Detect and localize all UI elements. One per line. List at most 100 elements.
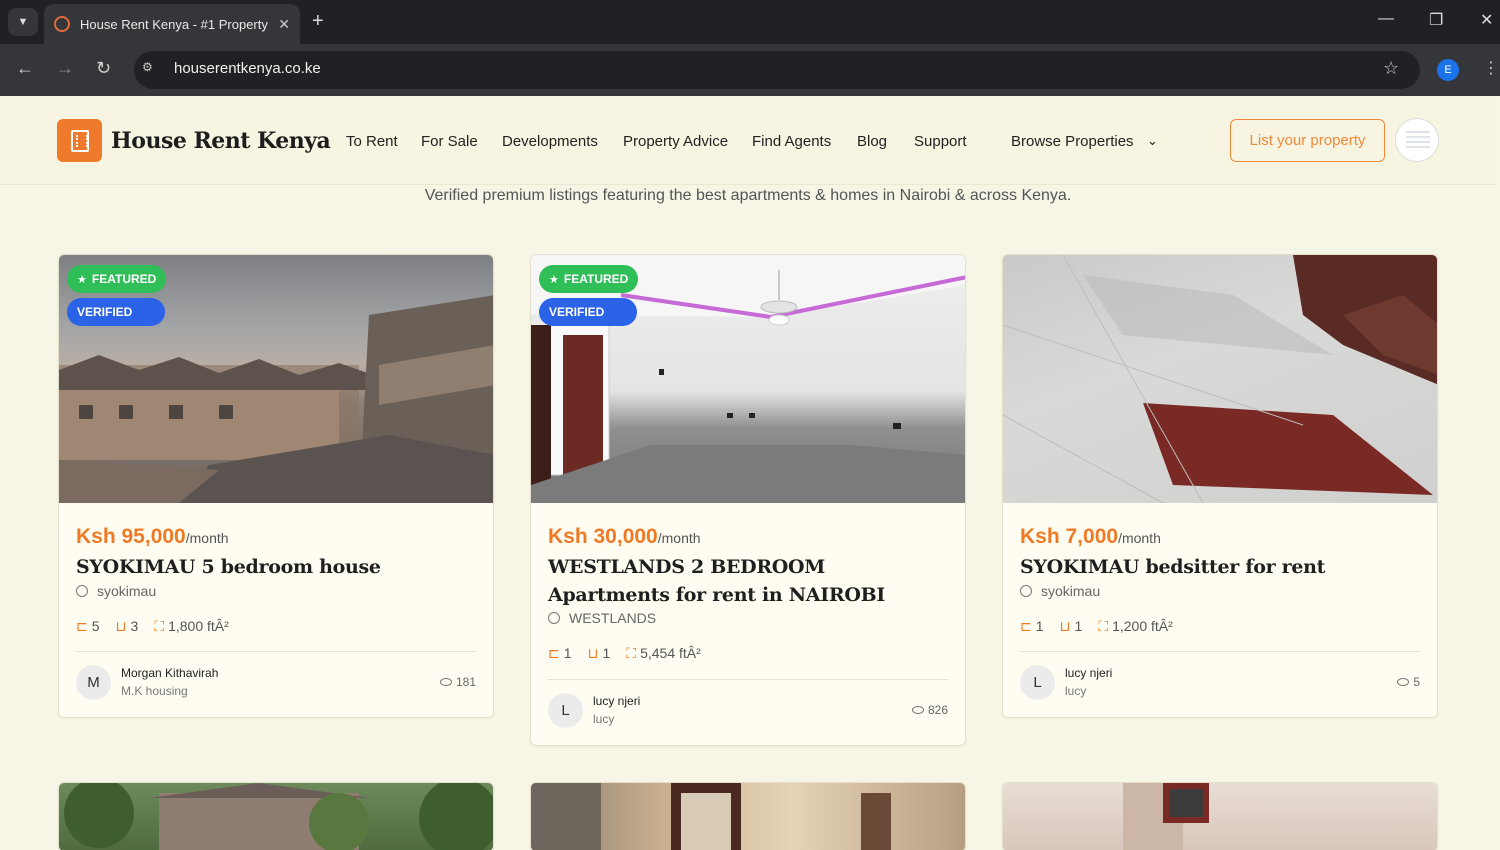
- owner-avatar[interactable]: L: [548, 693, 583, 728]
- listing-price: Ksh 95,000/month: [76, 525, 229, 549]
- close-window-icon[interactable]: ✕: [1480, 10, 1493, 30]
- area-spec: ⛶ 1,800 ftÂ²: [154, 618, 229, 635]
- beds-count: 1: [1035, 618, 1044, 634]
- listing-title[interactable]: SYOKIMAU 5 bedroom house: [76, 553, 476, 581]
- listing-photo[interactable]: [1003, 255, 1437, 503]
- owner-avatar[interactable]: L: [1020, 665, 1055, 700]
- bath-icon: ⊔: [115, 618, 127, 634]
- nav-find-agents[interactable]: Find Agents: [752, 133, 831, 150]
- card-divider: [1020, 651, 1420, 652]
- nav-browse-properties[interactable]: Browse Properties: [1011, 133, 1134, 150]
- beds-spec: ⊏ 1: [1020, 618, 1044, 635]
- minimize-icon[interactable]: —: [1378, 10, 1394, 28]
- listing-specs: ⊏ 1 ⊔ 1 ⛶ 5,454 ftÂ²: [548, 645, 701, 662]
- owner-name[interactable]: lucy njeri: [593, 694, 640, 708]
- listing-photo[interactable]: [531, 783, 965, 850]
- area-icon: ⛶: [1098, 618, 1109, 634]
- listing-card[interactable]: [58, 782, 494, 850]
- listing-card[interactable]: ★ FEATURED VERIFIED Ksh 95,000/month SYOK…: [58, 254, 494, 718]
- listing-specs: ⊏ 1 ⊔ 1 ⛶ 1,200 ftÂ²: [1020, 618, 1173, 635]
- beds-count: 1: [563, 645, 572, 661]
- listing-photo[interactable]: ★ FEATURED VERIFIED: [531, 255, 965, 503]
- site-info-icon[interactable]: ⚙: [142, 60, 164, 80]
- forward-arrow-icon[interactable]: →: [56, 58, 74, 79]
- views-count: 5: [1397, 675, 1420, 689]
- listing-card[interactable]: Ksh 7,000/month SYOKIMAU bedsitter for r…: [1002, 254, 1438, 718]
- owner-company: lucy: [593, 712, 615, 726]
- bed-icon: ⊏: [76, 618, 88, 634]
- bookmark-star-icon[interactable]: ☆: [1383, 58, 1399, 79]
- chevron-down-icon[interactable]: ⌄: [1147, 133, 1158, 149]
- listing-title[interactable]: WESTLANDS 2 BEDROOM Apartments for rent …: [548, 553, 948, 609]
- star-icon: ★: [77, 273, 87, 286]
- listing-card[interactable]: [530, 782, 966, 850]
- views-value: 181: [455, 675, 476, 689]
- area-icon: ⛶: [154, 618, 165, 634]
- listing-location: syokimau: [76, 583, 156, 599]
- url-text[interactable]: houserentkenya.co.ke: [174, 60, 321, 77]
- featured-badge: ★ FEATURED: [67, 265, 167, 293]
- browser-tab[interactable]: House Rent Kenya - #1 Property ✕: [44, 4, 300, 44]
- list-property-button[interactable]: List your property: [1230, 119, 1385, 162]
- beds-spec: ⊏ 5: [76, 618, 100, 635]
- listing-location: WESTLANDS: [548, 610, 656, 626]
- area-spec: ⛶ 5,454 ftÂ²: [626, 645, 701, 662]
- listing-location: syokimau: [1020, 583, 1100, 599]
- user-avatar[interactable]: [1395, 118, 1439, 162]
- nav-for-sale[interactable]: For Sale: [421, 133, 478, 150]
- site-favicon-icon: [54, 16, 70, 32]
- listing-card[interactable]: [1002, 782, 1438, 850]
- listing-title[interactable]: SYOKIMAU bedsitter for rent: [1020, 553, 1420, 581]
- nav-property-advice[interactable]: Property Advice: [623, 133, 728, 150]
- owner-name[interactable]: Morgan Kithavirah: [121, 666, 218, 680]
- views-value: 826: [927, 703, 948, 717]
- garden-photo-illustration: [64, 783, 493, 850]
- owner-avatar[interactable]: M: [76, 665, 111, 700]
- owner-company: M.K housing: [121, 684, 188, 698]
- location-text: syokimau: [97, 583, 157, 599]
- building-logo-icon[interactable]: [57, 119, 102, 162]
- listing-card[interactable]: ★ FEATURED VERIFIED Ksh 30,000/month WEST…: [530, 254, 966, 746]
- bath-icon: ⊔: [587, 645, 599, 661]
- tab-list-chevron-icon[interactable]: ▼: [8, 8, 38, 36]
- area-value: 5,454 ftÂ²: [640, 645, 701, 661]
- map-pin-icon: [1020, 585, 1032, 597]
- back-arrow-icon[interactable]: ←: [16, 58, 34, 79]
- new-tab-plus-icon[interactable]: +: [312, 10, 324, 32]
- card-divider: [548, 679, 948, 680]
- listing-photo[interactable]: [1003, 783, 1437, 850]
- featured-label: FEATURED: [91, 272, 157, 286]
- price-period: /month: [1118, 530, 1161, 546]
- price-amount: Ksh 95,000: [76, 525, 186, 548]
- profile-avatar[interactable]: E: [1437, 59, 1459, 81]
- brand-name[interactable]: House Rent Kenya: [111, 128, 331, 154]
- beds-spec: ⊏ 1: [548, 645, 572, 662]
- reload-icon[interactable]: ↻: [96, 58, 111, 79]
- views-count: 181: [439, 675, 476, 689]
- listing-photo[interactable]: [59, 783, 493, 850]
- price-period: /month: [185, 530, 229, 546]
- listing-photo[interactable]: ★ FEATURED VERIFIED: [59, 255, 493, 503]
- area-icon: ⛶: [626, 645, 637, 661]
- location-text: WESTLANDS: [569, 610, 657, 626]
- nav-blog[interactable]: Blog: [857, 133, 887, 150]
- verified-badge: VERIFIED: [67, 298, 165, 326]
- baths-spec: ⊔ 1: [1060, 618, 1083, 635]
- views-count: 826: [911, 703, 948, 717]
- baths-count: 1: [602, 645, 611, 661]
- restore-icon[interactable]: ❐: [1429, 10, 1443, 30]
- owner-name[interactable]: lucy njeri: [1065, 666, 1112, 680]
- baths-spec: ⊔ 3: [116, 618, 139, 635]
- featured-badge: ★ FEATURED: [539, 265, 639, 293]
- nav-to-rent[interactable]: To Rent: [346, 133, 398, 150]
- nav-support[interactable]: Support: [914, 133, 967, 150]
- tab-close-icon[interactable]: ✕: [278, 16, 290, 33]
- nav-developments[interactable]: Developments: [502, 133, 598, 150]
- map-pin-icon: [76, 585, 88, 597]
- browser-menu-icon[interactable]: ⋮: [1483, 58, 1499, 78]
- baths-count: 1: [1074, 618, 1083, 634]
- beds-count: 5: [91, 618, 100, 634]
- map-pin-icon: [548, 612, 560, 624]
- address-bar[interactable]: [134, 51, 1420, 89]
- interior-photo-illustration: [531, 783, 891, 850]
